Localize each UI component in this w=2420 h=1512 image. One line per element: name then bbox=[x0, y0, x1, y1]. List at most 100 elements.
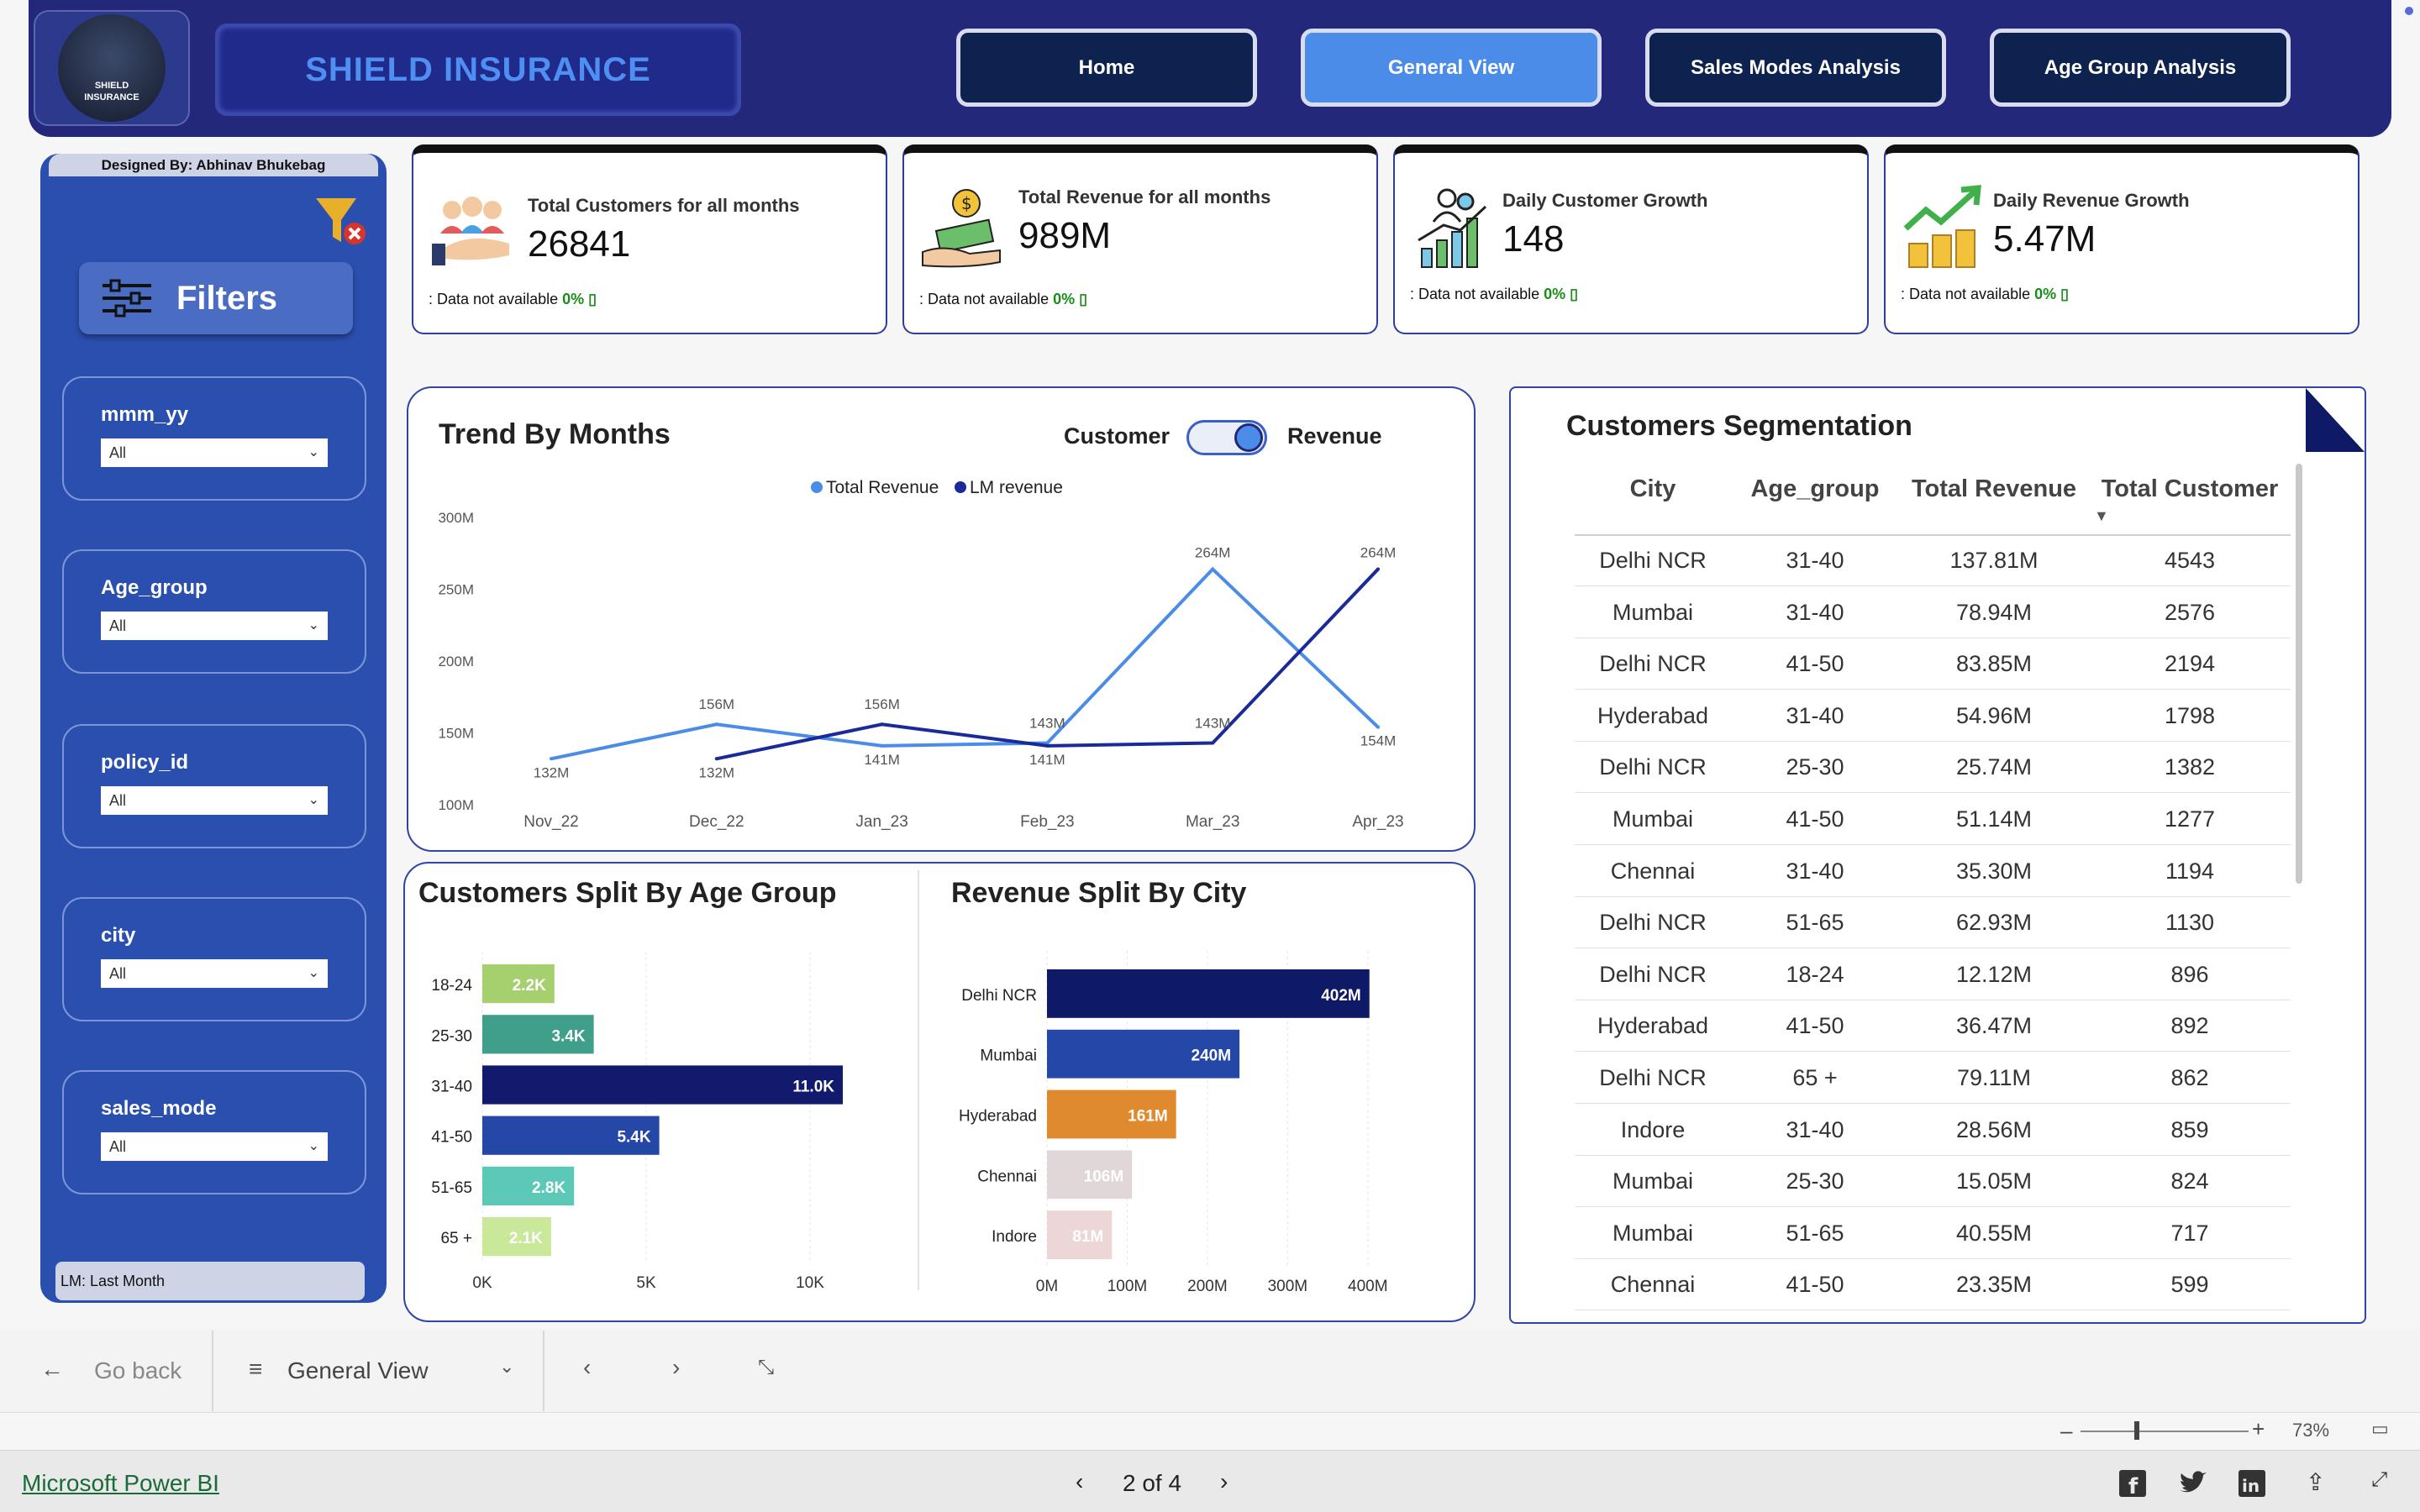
customer-growth-icon bbox=[1418, 188, 1487, 268]
fit-to-page-icon[interactable]: ▭ bbox=[2371, 1418, 2389, 1440]
table-row[interactable]: Chennai 41-50 23.35M 599 bbox=[1575, 1258, 2291, 1311]
x-tick-label: 300M bbox=[1268, 1278, 1308, 1295]
table-scrollbar[interactable] bbox=[2296, 464, 2302, 884]
table-cell: Delhi NCR bbox=[1599, 961, 1707, 987]
column-header-total-revenue[interactable]: Total Revenue bbox=[1899, 475, 2089, 503]
next-page-icon[interactable]: › bbox=[672, 1354, 680, 1381]
data-point bbox=[1045, 743, 1050, 748]
trend-line-chart: 100M 150M 200M 250M 300M Nov_22 Dec_22 Jan_23 Fe… bbox=[438, 478, 1403, 831]
legend-marker bbox=[955, 481, 966, 493]
table-cell: 862 bbox=[2170, 1065, 2209, 1090]
column-header-total-customer[interactable]: Total Customer bbox=[2089, 475, 2291, 503]
x-tick-label: Mar_23 bbox=[1186, 813, 1239, 831]
zoom-slider[interactable] bbox=[2081, 1431, 2249, 1432]
table-row[interactable]: Mumbai 41-50 51.14M 1277 bbox=[1575, 793, 2291, 845]
table-row[interactable]: Hyderabad 31-40 54.96M 1798 bbox=[1575, 690, 2291, 742]
table-row[interactable]: Chennai 31-40 35.30M 1194 bbox=[1575, 845, 2291, 897]
powerbi-link[interactable]: Microsoft Power BI bbox=[22, 1470, 219, 1497]
nav-general-view-button[interactable]: General View bbox=[1301, 29, 1602, 107]
table-row[interactable]: Delhi NCR 18-24 12.12M 896 bbox=[1575, 948, 2291, 1000]
category-label: Indore bbox=[992, 1228, 1037, 1246]
kpi-card-total-revenue: $ Total Revenue for all months 989M : Da… bbox=[902, 144, 1378, 334]
table-cell: 23.35M bbox=[1955, 1272, 2033, 1298]
table-row[interactable]: Delhi NCR 31-40 137.81M 4543 bbox=[1575, 534, 2291, 586]
revenue-growth-icon bbox=[1903, 185, 1981, 268]
fullscreen-icon[interactable]: ⤢ bbox=[2371, 1468, 2387, 1492]
x-tick-label: 100M bbox=[1107, 1278, 1148, 1295]
table-row[interactable]: Delhi NCR 41-50 83.85M 2194 bbox=[1575, 638, 2291, 690]
table-cell: Mumbai bbox=[1612, 1168, 1694, 1194]
table-cell: 599 bbox=[2170, 1272, 2209, 1298]
back-arrow-icon[interactable]: ← bbox=[40, 1356, 64, 1383]
table-row[interactable]: Delhi NCR 51-65 62.93M 1130 bbox=[1575, 896, 2291, 949]
go-back-button[interactable]: Go back bbox=[94, 1357, 182, 1384]
table-cell: Delhi NCR bbox=[1599, 651, 1707, 677]
table-row[interactable]: Mumbai 25-30 15.05M 824 bbox=[1575, 1155, 2291, 1208]
sort-desc-icon[interactable]: ▼ bbox=[2094, 507, 2109, 525]
collapse-icon[interactable]: ⤡ bbox=[758, 1356, 774, 1379]
table-cell: Mumbai bbox=[1612, 1220, 1694, 1246]
nav-home-button[interactable]: Home bbox=[956, 29, 1257, 107]
svg-text:f: f bbox=[2128, 1474, 2139, 1497]
kpi-note: : Data not available 0% ▯ bbox=[1901, 286, 2070, 302]
table-cell: 2194 bbox=[2164, 651, 2216, 677]
slicer-sales-mode: sales_mode All ⌄ bbox=[62, 1070, 366, 1194]
column-header-age-group[interactable]: Age_group bbox=[1731, 475, 1899, 503]
bar-value-label: 81M bbox=[1072, 1228, 1103, 1246]
slicer-dropdown[interactable]: All ⌄ bbox=[101, 1132, 328, 1161]
filters-button[interactable]: Filters bbox=[79, 262, 353, 334]
clear-filters-icon[interactable] bbox=[314, 195, 366, 249]
table-cell: Delhi NCR bbox=[1599, 1065, 1707, 1090]
zoom-out-button[interactable]: – bbox=[2060, 1418, 2072, 1444]
data-point bbox=[1376, 567, 1380, 571]
pager-prev-icon[interactable]: ‹ bbox=[1076, 1468, 1083, 1495]
slicer-dropdown[interactable]: All ⌄ bbox=[101, 786, 328, 815]
twitter-icon[interactable] bbox=[2178, 1470, 2207, 1497]
panel-divider bbox=[918, 870, 919, 1290]
facebook-icon[interactable]: f bbox=[2119, 1470, 2146, 1497]
slicer-dropdown[interactable]: All ⌄ bbox=[101, 959, 328, 988]
table-cell: 51-65 bbox=[1786, 910, 1844, 936]
nav-age-group-button[interactable]: Age Group Analysis bbox=[1990, 29, 2291, 107]
toggle-revenue-label: Revenue bbox=[1287, 423, 1382, 449]
slicer-mmm-yy: mmm_yy All ⌄ bbox=[62, 376, 366, 501]
chevron-down-icon[interactable]: ⌄ bbox=[499, 1356, 514, 1378]
column-header-city[interactable]: City bbox=[1575, 475, 1731, 503]
bar-value-label: 161M bbox=[1128, 1108, 1168, 1126]
table-cell: 31-40 bbox=[1786, 858, 1844, 884]
bar-value-label: 240M bbox=[1192, 1047, 1232, 1065]
table-cell: 35.30M bbox=[1955, 858, 2033, 884]
share-icon[interactable]: ⇪ bbox=[2306, 1468, 2325, 1496]
table-cell: 896 bbox=[2170, 961, 2209, 987]
table-cell: Mumbai bbox=[1612, 599, 1694, 625]
table-cell: 18-24 bbox=[1786, 961, 1844, 987]
slicer-dropdown[interactable]: All ⌄ bbox=[101, 612, 328, 640]
zoom-slider-thumb[interactable] bbox=[2134, 1421, 2139, 1440]
category-label: 31-40 bbox=[431, 1079, 472, 1096]
page-selector[interactable]: General View bbox=[287, 1357, 429, 1384]
toggle-customer-label: Customer bbox=[1064, 423, 1171, 449]
metric-toggle[interactable] bbox=[1186, 420, 1267, 455]
data-label: 143M bbox=[1195, 715, 1231, 731]
slicer-dropdown[interactable]: All ⌄ bbox=[101, 438, 328, 467]
linkedin-icon[interactable]: in bbox=[2238, 1470, 2265, 1497]
table-row[interactable]: Delhi NCR 25-30 25.74M 1382 bbox=[1575, 741, 2291, 794]
table-row[interactable]: Hyderabad 41-50 36.47M 892 bbox=[1575, 1000, 2291, 1053]
table-cell: Delhi NCR bbox=[1599, 910, 1707, 936]
prev-page-icon[interactable]: ‹ bbox=[583, 1354, 591, 1381]
slicer-value: All bbox=[109, 444, 127, 461]
table-cell: Hyderabad bbox=[1597, 1013, 1709, 1039]
table-cell: 54.96M bbox=[1955, 702, 2033, 728]
y-tick-label: 200M bbox=[438, 654, 474, 669]
table-row[interactable]: Indore 31-40 28.56M 859 bbox=[1575, 1104, 2291, 1156]
table-row[interactable]: Mumbai 51-65 40.55M 717 bbox=[1575, 1207, 2291, 1259]
pager-next-icon[interactable]: › bbox=[1220, 1468, 1228, 1495]
table-cell: 40.55M bbox=[1955, 1220, 2033, 1246]
zoom-in-button[interactable]: + bbox=[2252, 1416, 2265, 1442]
x-tick-label: Apr_23 bbox=[1352, 813, 1403, 831]
table-row[interactable]: Delhi NCR 65 + 79.11M 862 bbox=[1575, 1052, 2291, 1104]
nav-sales-modes-button[interactable]: Sales Modes Analysis bbox=[1645, 29, 1946, 107]
pages-list-icon[interactable]: ≡ bbox=[249, 1356, 262, 1383]
table-row[interactable]: Mumbai 31-40 78.94M 2576 bbox=[1575, 586, 2291, 638]
city-bar-chart: 0M 100M 200M 300M 400M Delhi NCR 402M Mumbai 240… bbox=[959, 951, 1388, 1295]
